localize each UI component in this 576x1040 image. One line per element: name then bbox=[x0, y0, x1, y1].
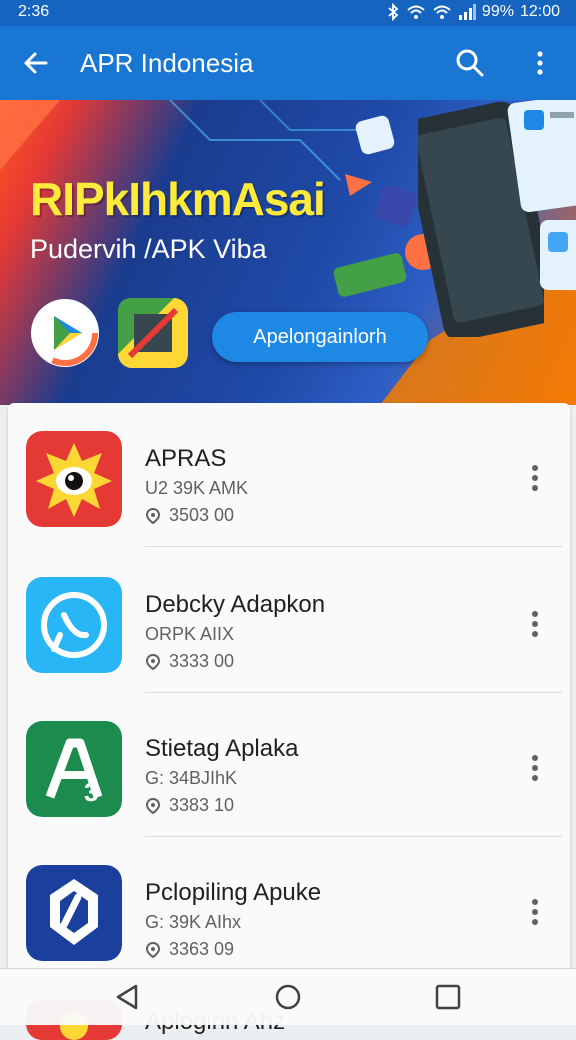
svg-text:3: 3 bbox=[84, 777, 98, 807]
app-stat-value: 3363 09 bbox=[169, 939, 235, 959]
app-meta: G: 39K AIhx bbox=[145, 912, 242, 932]
app-stat: 3503 00 bbox=[145, 505, 234, 526]
location-pin-icon bbox=[145, 653, 161, 670]
status-icons: 99% 12:00 bbox=[386, 3, 560, 21]
list-item[interactable]: Pclopiling Apuke G: 39K AIhx 3363 09 bbox=[8, 837, 570, 973]
sun-face-icon bbox=[26, 431, 122, 527]
app-stat: 3363 09 bbox=[145, 939, 234, 960]
back-triangle-icon[interactable] bbox=[112, 981, 144, 1013]
app-stat-value: 3383 10 bbox=[169, 795, 235, 815]
app-name: Stietag Aplaka bbox=[145, 735, 299, 762]
location-pin-icon bbox=[145, 941, 161, 958]
page-title: APR Indonesia bbox=[80, 48, 254, 78]
more-vert-icon[interactable] bbox=[520, 751, 550, 785]
battery-percent: 99% bbox=[481, 3, 514, 20]
location-pin-icon bbox=[145, 797, 161, 814]
banner-headline: RIPkIhkmAsai bbox=[30, 173, 326, 225]
play-store-logo-icon[interactable] bbox=[30, 298, 100, 368]
app-name: Debcky Adapkon bbox=[145, 591, 326, 618]
app-name: APRAS bbox=[145, 445, 227, 472]
banner-cta-button[interactable]: Apelongainlorh bbox=[212, 312, 428, 362]
recents-square-icon[interactable] bbox=[432, 981, 464, 1013]
app-stat: 3383 10 bbox=[145, 795, 234, 816]
wifi-signal-icon bbox=[433, 5, 451, 19]
app-stat: 3333 00 bbox=[145, 651, 234, 672]
divider bbox=[145, 546, 562, 547]
list-item[interactable]: 3 Stietag Aplaka G: 34BJIhK 3383 10 bbox=[8, 693, 570, 837]
letter-a-icon: 3 bbox=[26, 721, 122, 817]
status-bar: 2:36 99% 12:00 bbox=[0, 0, 576, 26]
app-meta: U2 39K AMK bbox=[145, 478, 249, 498]
more-vert-icon[interactable] bbox=[520, 607, 550, 641]
system-nav-bar bbox=[0, 968, 576, 1025]
back-arrow-icon[interactable] bbox=[18, 45, 54, 81]
search-icon[interactable] bbox=[452, 45, 488, 81]
more-vert-icon[interactable] bbox=[520, 461, 550, 495]
status-time: 2:36 bbox=[18, 3, 50, 20]
app-name: Pclopiling Apuke bbox=[145, 879, 322, 906]
app-meta: G: 34BJIhK bbox=[145, 768, 238, 788]
app-stat-value: 3503 00 bbox=[169, 505, 235, 525]
app-screens-illustration bbox=[507, 100, 576, 290]
list-item[interactable]: Debcky Adapkon ORPK AIIX 3333 00 bbox=[8, 549, 570, 693]
more-vert-icon[interactable] bbox=[520, 895, 550, 929]
chat-bubble-icon bbox=[26, 577, 122, 673]
promo-banner[interactable]: RIPkIhkmAsai Pudervih /APK Viba Apelonga… bbox=[0, 100, 576, 405]
more-options-icon[interactable] bbox=[522, 45, 558, 81]
app-meta: ORPK AIIX bbox=[145, 624, 235, 644]
status-clock: 12:00 bbox=[519, 3, 560, 20]
banner-subhead: Pudervih /APK Viba bbox=[30, 234, 267, 264]
location-pin-icon bbox=[145, 507, 161, 524]
app-bar: APR Indonesia bbox=[0, 26, 576, 100]
store-logo-icon[interactable] bbox=[118, 298, 188, 368]
home-circle-icon[interactable] bbox=[272, 981, 304, 1013]
app-list: APRAS U2 39K AMK 3503 00 Debcky Adapkon … bbox=[8, 403, 570, 973]
cell-signal-icon bbox=[458, 4, 476, 20]
bluetooth-icon bbox=[388, 3, 399, 21]
wifi-icon bbox=[407, 5, 425, 19]
app-stat-value: 3333 00 bbox=[169, 651, 235, 671]
list-item[interactable]: APRAS U2 39K AMK 3503 00 bbox=[8, 403, 570, 547]
blue-shield-logo-icon bbox=[26, 865, 122, 961]
